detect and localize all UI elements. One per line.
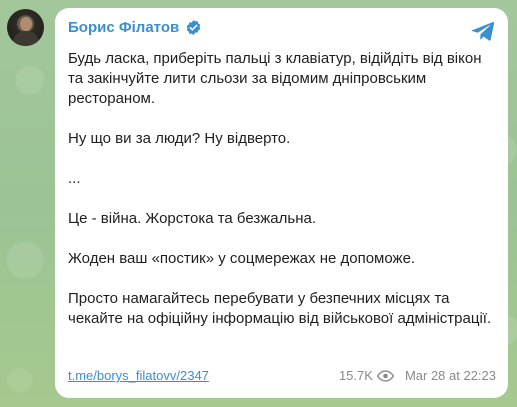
message-footer: t.me/borys_filatovv/2347 15.7K Mar 28 at… <box>68 368 496 383</box>
message-header: Борис Філатов <box>68 19 202 36</box>
message-paragraph: Просто намагайтесь перебувати у безпечни… <box>68 290 492 327</box>
telegram-share-icon[interactable] <box>470 18 496 44</box>
message-bubble: Борис Філатов Будь ласка, приберіть паль… <box>55 8 508 398</box>
channel-name[interactable]: Борис Філатов <box>68 19 179 36</box>
message-paragraph: Ну що ви за люди? Ну відверто. <box>68 130 291 147</box>
message-text: Будь ласка, приберіть пальці з клавіатур… <box>68 49 498 349</box>
message-paragraph: Будь ласка, приберіть пальці з клавіатур… <box>68 50 482 107</box>
avatar-face <box>20 17 32 31</box>
post-link[interactable]: t.me/borys_filatovv/2347 <box>68 368 209 383</box>
avatar-body <box>13 31 39 46</box>
post-timestamp: Mar 28 at 22:23 <box>404 368 496 383</box>
message-paragraph: Жоден ваш «постик» у соцмережах не допом… <box>68 250 416 267</box>
view-count: 15.7K <box>338 368 373 383</box>
message-paragraph: ... <box>68 170 81 187</box>
verified-badge-icon <box>186 20 201 35</box>
channel-avatar[interactable] <box>7 9 44 46</box>
eye-icon <box>376 369 394 382</box>
message-paragraph: Це - війна. Жорстока та безжальна. <box>68 210 316 227</box>
